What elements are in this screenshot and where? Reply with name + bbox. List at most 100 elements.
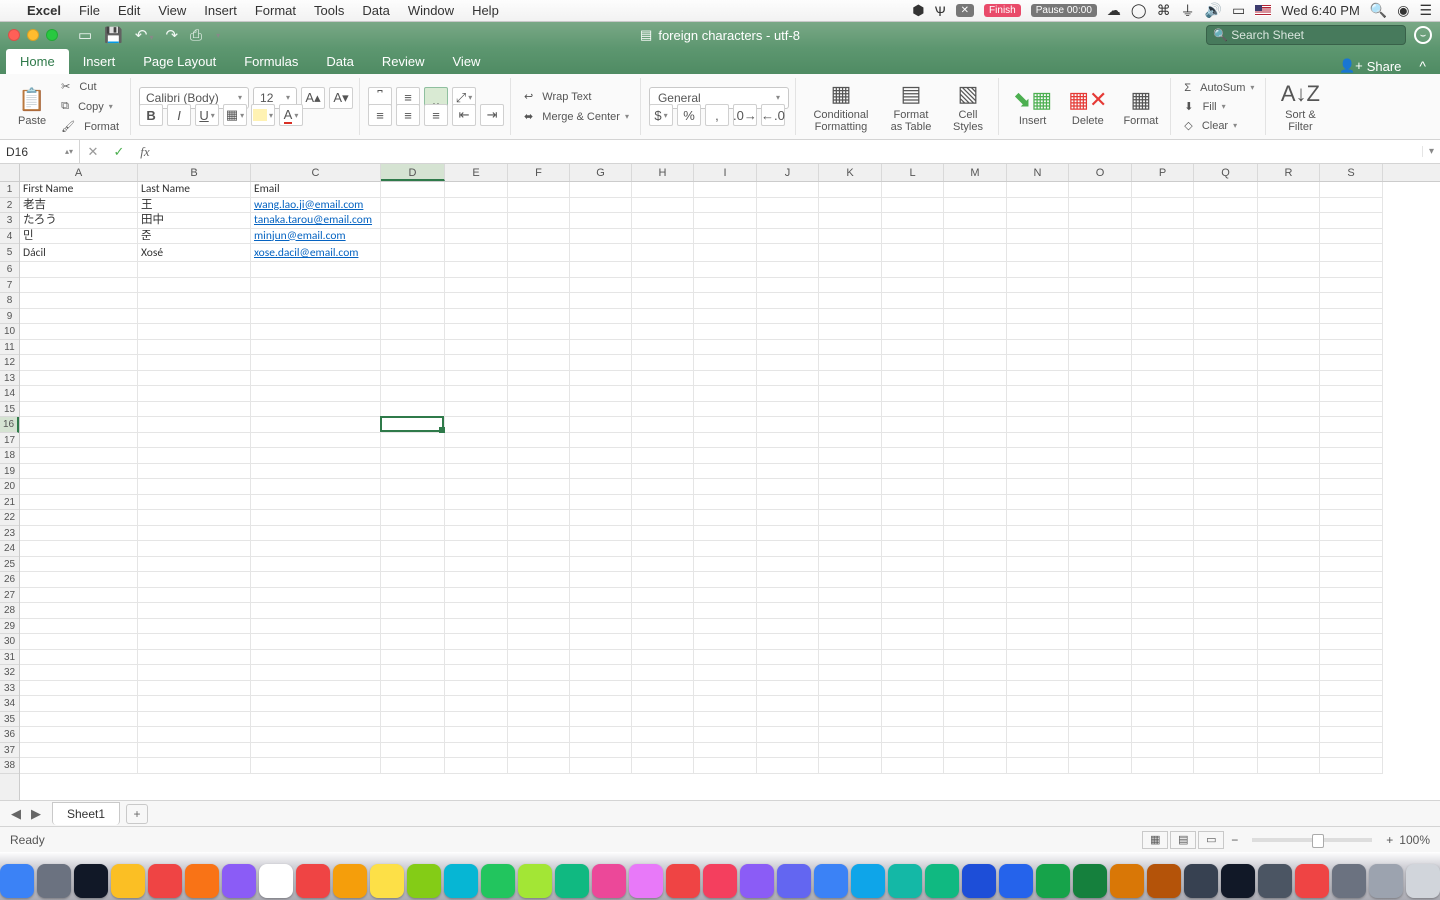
cell-B35[interactable] bbox=[138, 712, 251, 728]
cell-Q33[interactable] bbox=[1194, 681, 1258, 697]
cell-S34[interactable] bbox=[1320, 696, 1383, 712]
cell-R1[interactable] bbox=[1258, 182, 1320, 198]
dock-app-26[interactable] bbox=[962, 864, 996, 898]
column-header-D[interactable]: D bbox=[381, 164, 445, 181]
cell-F12[interactable] bbox=[508, 355, 570, 371]
cell-R14[interactable] bbox=[1258, 386, 1320, 402]
cell-E2[interactable] bbox=[445, 198, 508, 214]
cell-J12[interactable] bbox=[757, 355, 819, 371]
cell-F26[interactable] bbox=[508, 572, 570, 588]
cell-E11[interactable] bbox=[445, 340, 508, 356]
cell-E18[interactable] bbox=[445, 448, 508, 464]
cell-E25[interactable] bbox=[445, 557, 508, 573]
cell-N38[interactable] bbox=[1007, 758, 1069, 774]
cell-P32[interactable] bbox=[1132, 665, 1194, 681]
cell-L30[interactable] bbox=[882, 634, 944, 650]
cell-H11[interactable] bbox=[632, 340, 694, 356]
cell-Q12[interactable] bbox=[1194, 355, 1258, 371]
cell-M20[interactable] bbox=[944, 479, 1007, 495]
cell-B31[interactable] bbox=[138, 650, 251, 666]
cell-L35[interactable] bbox=[882, 712, 944, 728]
cell-I10[interactable] bbox=[694, 324, 757, 340]
cell-N24[interactable] bbox=[1007, 541, 1069, 557]
cell-A26[interactable] bbox=[20, 572, 138, 588]
cell-E27[interactable] bbox=[445, 588, 508, 604]
row-header-25[interactable]: 25 bbox=[0, 557, 19, 573]
cell-J33[interactable] bbox=[757, 681, 819, 697]
cell-N15[interactable] bbox=[1007, 402, 1069, 418]
cell-M25[interactable] bbox=[944, 557, 1007, 573]
cell-L28[interactable] bbox=[882, 603, 944, 619]
cell-F19[interactable] bbox=[508, 464, 570, 480]
cell-S28[interactable] bbox=[1320, 603, 1383, 619]
decrease-indent-button[interactable]: ⇤ bbox=[452, 104, 476, 126]
align-right-button[interactable]: ≡ bbox=[424, 104, 448, 126]
cell-K1[interactable] bbox=[819, 182, 882, 198]
cell-E20[interactable] bbox=[445, 479, 508, 495]
cell-F20[interactable] bbox=[508, 479, 570, 495]
menu-tools[interactable]: Tools bbox=[314, 3, 344, 18]
cell-O18[interactable] bbox=[1069, 448, 1132, 464]
paste-button[interactable]: 📋 Paste bbox=[12, 85, 52, 129]
cell-A17[interactable] bbox=[20, 433, 138, 449]
cell-A10[interactable] bbox=[20, 324, 138, 340]
cell-N11[interactable] bbox=[1007, 340, 1069, 356]
search-sheet-input[interactable]: 🔍 Search Sheet bbox=[1206, 25, 1406, 45]
dock-app-15[interactable] bbox=[555, 864, 589, 898]
cell-A16[interactable] bbox=[20, 417, 138, 433]
spreadsheet-grid[interactable]: ABCDEFGHIJKLMNOPQRS 12345678910111213141… bbox=[0, 164, 1440, 800]
row-header-5[interactable]: 5 bbox=[0, 244, 19, 262]
page-break-view-button[interactable]: ▭ bbox=[1198, 831, 1224, 849]
cell-K4[interactable] bbox=[819, 229, 882, 245]
cell-B36[interactable] bbox=[138, 727, 251, 743]
cell-R34[interactable] bbox=[1258, 696, 1320, 712]
cell-E16[interactable] bbox=[445, 417, 508, 433]
cell-N18[interactable] bbox=[1007, 448, 1069, 464]
cell-S16[interactable] bbox=[1320, 417, 1383, 433]
cell-P27[interactable] bbox=[1132, 588, 1194, 604]
cell-I36[interactable] bbox=[694, 727, 757, 743]
cell-F2[interactable] bbox=[508, 198, 570, 214]
cell-J15[interactable] bbox=[757, 402, 819, 418]
cell-H15[interactable] bbox=[632, 402, 694, 418]
cell-O17[interactable] bbox=[1069, 433, 1132, 449]
cell-J19[interactable] bbox=[757, 464, 819, 480]
cell-P11[interactable] bbox=[1132, 340, 1194, 356]
cell-L10[interactable] bbox=[882, 324, 944, 340]
battery-icon[interactable]: ▭ bbox=[1232, 2, 1245, 19]
cell-G32[interactable] bbox=[570, 665, 632, 681]
cell-F6[interactable] bbox=[508, 262, 570, 278]
cell-I38[interactable] bbox=[694, 758, 757, 774]
cell-H23[interactable] bbox=[632, 526, 694, 542]
cell-D6[interactable] bbox=[381, 262, 445, 278]
dock-app-17[interactable] bbox=[629, 864, 663, 898]
cell-A38[interactable] bbox=[20, 758, 138, 774]
cell-G2[interactable] bbox=[570, 198, 632, 214]
cell-O37[interactable] bbox=[1069, 743, 1132, 759]
currency-button[interactable]: $▾ bbox=[649, 104, 673, 126]
cell-O22[interactable] bbox=[1069, 510, 1132, 526]
cell-B24[interactable] bbox=[138, 541, 251, 557]
cell-K16[interactable] bbox=[819, 417, 882, 433]
cell-O6[interactable] bbox=[1069, 262, 1132, 278]
cell-S9[interactable] bbox=[1320, 309, 1383, 325]
sheet-nav-prev[interactable]: ◀ bbox=[6, 806, 26, 822]
cell-I29[interactable] bbox=[694, 619, 757, 635]
cell-D22[interactable] bbox=[381, 510, 445, 526]
cell-O21[interactable] bbox=[1069, 495, 1132, 511]
volume-icon[interactable]: 🔊 bbox=[1205, 2, 1222, 19]
cell-K31[interactable] bbox=[819, 650, 882, 666]
cell-Q38[interactable] bbox=[1194, 758, 1258, 774]
cell-L8[interactable] bbox=[882, 293, 944, 309]
cell-D2[interactable] bbox=[381, 198, 445, 214]
cell-J18[interactable] bbox=[757, 448, 819, 464]
cell-S38[interactable] bbox=[1320, 758, 1383, 774]
dock-app-29[interactable] bbox=[1073, 864, 1107, 898]
cell-S23[interactable] bbox=[1320, 526, 1383, 542]
row-header-3[interactable]: 3 bbox=[0, 213, 19, 229]
cell-E10[interactable] bbox=[445, 324, 508, 340]
cell-E15[interactable] bbox=[445, 402, 508, 418]
cell-E14[interactable] bbox=[445, 386, 508, 402]
cell-G23[interactable] bbox=[570, 526, 632, 542]
column-header-H[interactable]: H bbox=[632, 164, 694, 181]
